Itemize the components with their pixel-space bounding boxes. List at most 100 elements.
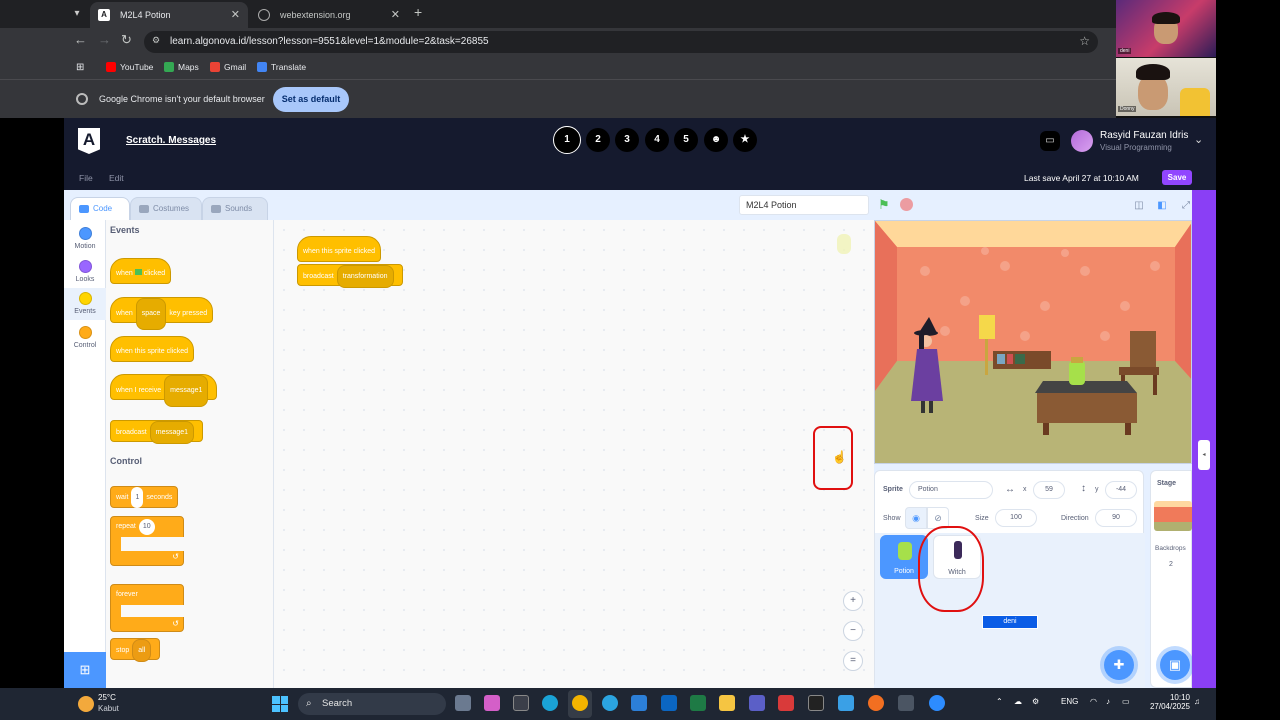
- notification-bell-icon[interactable]: ♫: [1194, 697, 1200, 706]
- chevron-down-icon[interactable]: ⌄: [1194, 133, 1203, 146]
- category-motion[interactable]: Motion: [64, 223, 106, 255]
- x-input[interactable]: 59: [1033, 481, 1065, 499]
- bookmark-youtube[interactable]: YouTube: [106, 62, 153, 72]
- block-when-sprite-clicked[interactable]: when this sprite clicked: [110, 336, 194, 362]
- block-when-flag-clicked[interactable]: when clicked: [110, 258, 172, 284]
- weather-description[interactable]: Kabut: [98, 704, 119, 713]
- taskbar-clock[interactable]: 10:10 27/04/2025: [1144, 693, 1190, 711]
- weather-icon[interactable]: [78, 696, 94, 712]
- weather-temperature[interactable]: 25°C: [98, 693, 116, 702]
- browser-orange-icon[interactable]: [868, 695, 884, 711]
- key-dropdown[interactable]: space: [135, 298, 167, 330]
- step-5[interactable]: 5: [674, 128, 698, 152]
- teams-icon[interactable]: [749, 695, 765, 711]
- tray-chevron-up-icon[interactable]: ⌃: [996, 697, 1003, 706]
- avatar[interactable]: [1071, 130, 1093, 152]
- apps-grid-icon[interactable]: ⊞: [76, 62, 84, 73]
- task-view-icon[interactable]: [455, 695, 471, 711]
- small-stage-icon[interactable]: ◫: [1131, 198, 1147, 214]
- wifi-icon[interactable]: ◠: [1090, 697, 1097, 706]
- volume-icon[interactable]: ♪: [1106, 697, 1110, 706]
- bookmark-translate[interactable]: Translate: [257, 62, 306, 72]
- back-arrow-icon[interactable]: ←: [74, 32, 87, 47]
- stop-option-dropdown[interactable]: all: [132, 639, 152, 662]
- script-workspace[interactable]: when this sprite clicked broadcast transf…: [274, 220, 874, 688]
- message-dropdown[interactable]: message1: [164, 375, 209, 407]
- step-1[interactable]: 1: [553, 126, 581, 154]
- taskbar-search[interactable]: ⌕ Search: [298, 693, 446, 715]
- script-broadcast[interactable]: broadcast transformation: [297, 264, 403, 288]
- menu-file[interactable]: File: [79, 173, 93, 183]
- step-2[interactable]: 2: [586, 128, 610, 152]
- step-3[interactable]: 3: [615, 128, 639, 152]
- y-input[interactable]: -44: [1105, 481, 1137, 499]
- message-dropdown[interactable]: transformation: [336, 265, 394, 288]
- bookmark-gmail[interactable]: Gmail: [210, 62, 246, 72]
- sprite-name-input[interactable]: Potion: [909, 481, 993, 499]
- bookmark-maps[interactable]: Maps: [164, 62, 199, 72]
- terminal-icon[interactable]: [808, 695, 824, 711]
- zoom-icon[interactable]: [929, 695, 945, 711]
- save-button[interactable]: Save: [1162, 170, 1192, 185]
- direction-input[interactable]: 90: [1095, 509, 1137, 527]
- block-stop[interactable]: stop all: [110, 638, 161, 662]
- green-flag-icon[interactable]: ⚑: [878, 198, 892, 212]
- windows-start-icon[interactable]: [272, 696, 288, 712]
- large-stage-icon[interactable]: ◧: [1154, 198, 1170, 214]
- category-control[interactable]: Control: [64, 322, 106, 354]
- block-when-key-pressed[interactable]: when space key pressed: [110, 297, 214, 330]
- size-input[interactable]: 100: [995, 509, 1037, 527]
- show-visible-icon[interactable]: ◉: [905, 507, 927, 529]
- site-info-icon[interactable]: ⚙: [152, 35, 164, 47]
- file-explorer-dark-icon[interactable]: [513, 695, 529, 711]
- tab-code[interactable]: Code: [70, 197, 130, 220]
- zoom-in-icon[interactable]: +: [843, 591, 863, 611]
- algonova-logo[interactable]: A: [78, 128, 100, 154]
- add-sprite-cat-icon[interactable]: ✚: [1104, 650, 1134, 680]
- outlook-icon[interactable]: [661, 695, 677, 711]
- folder-icon[interactable]: [719, 695, 735, 711]
- browser-tab-inactive[interactable]: webextension.org ✕: [250, 2, 408, 28]
- project-name-input[interactable]: M2L4 Potion: [739, 195, 869, 215]
- block-when-i-receive[interactable]: when I receive message1: [110, 374, 218, 407]
- omnibox[interactable]: ⚙ learn.algonova.id/lesson?lesson=9551&l…: [144, 31, 1098, 53]
- photos-icon[interactable]: [838, 695, 854, 711]
- snipping-tool-icon[interactable]: [898, 695, 914, 711]
- block-repeat[interactable]: repeat 10 ↺: [110, 516, 185, 566]
- tab-sounds[interactable]: Sounds: [202, 197, 268, 220]
- tab-costumes[interactable]: Costumes: [130, 197, 202, 220]
- new-tab-plus-icon[interactable]: +: [414, 4, 422, 20]
- url-text[interactable]: learn.algonova.id/lesson?lesson=9551&lev…: [170, 36, 489, 47]
- collapse-panel-icon[interactable]: ◂: [1198, 440, 1210, 470]
- reload-icon[interactable]: ↻: [121, 32, 132, 48]
- add-extension-icon[interactable]: ⊞: [64, 652, 106, 688]
- stage-canvas[interactable]: [874, 220, 1192, 464]
- script-when-sprite-clicked[interactable]: when this sprite clicked: [297, 236, 381, 262]
- vscode-icon[interactable]: [631, 695, 647, 711]
- zoom-out-icon[interactable]: −: [843, 621, 863, 641]
- step-smiley-icon[interactable]: ☻: [704, 128, 728, 152]
- language-indicator[interactable]: ENG: [1061, 697, 1078, 706]
- close-tab-icon[interactable]: ✕: [231, 2, 240, 28]
- lesson-title[interactable]: Scratch. Messages: [126, 135, 216, 146]
- wait-seconds-input[interactable]: 1: [131, 487, 144, 508]
- zoom-reset-icon[interactable]: =: [843, 651, 863, 671]
- step-star-icon[interactable]: ★: [733, 128, 757, 152]
- edge-beta-icon[interactable]: [602, 695, 618, 711]
- message-dropdown[interactable]: message1: [149, 421, 195, 444]
- chrome-icon[interactable]: [572, 695, 588, 711]
- add-backdrop-icon[interactable]: ▣: [1160, 650, 1190, 680]
- excel-icon[interactable]: [690, 695, 706, 711]
- copilot-icon[interactable]: [484, 695, 500, 711]
- set-default-button[interactable]: Set as default: [273, 87, 349, 112]
- forward-arrow-icon[interactable]: →: [98, 32, 111, 47]
- category-looks[interactable]: Looks: [64, 256, 106, 288]
- stop-icon[interactable]: [900, 198, 913, 211]
- menu-edit[interactable]: Edit: [109, 173, 124, 183]
- block-broadcast[interactable]: broadcast message1: [110, 420, 204, 444]
- bookmark-star-icon[interactable]: ☆: [1079, 34, 1090, 48]
- battery-icon[interactable]: ▭: [1122, 697, 1130, 706]
- chat-icon[interactable]: ▭: [1040, 131, 1060, 151]
- anydesk-icon[interactable]: [778, 695, 794, 711]
- edge-icon[interactable]: [542, 695, 558, 711]
